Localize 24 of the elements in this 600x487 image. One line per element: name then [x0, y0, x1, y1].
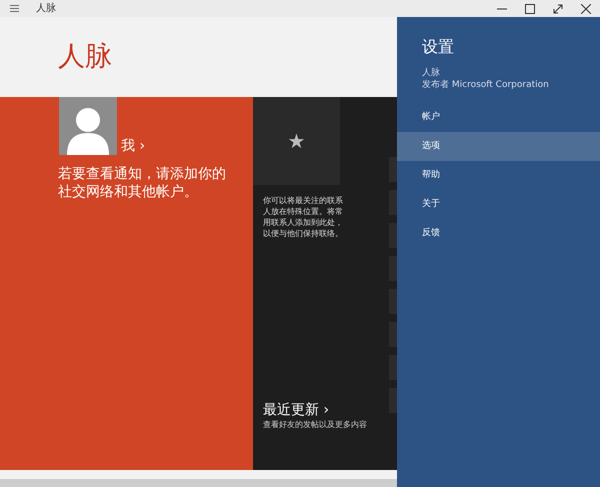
updates-subtitle: 查看好友的发帖以及更多内容 [263, 419, 368, 430]
updates-link[interactable]: 最近更新 › [263, 401, 389, 419]
maximize-icon[interactable] [525, 4, 535, 14]
app-name: 人脉 [422, 67, 441, 79]
settings-menu-item[interactable]: 帮助 [397, 161, 600, 190]
favorites-tile[interactable]: ★ 你可以将最关注的联系人放在特殊位置。将常用联系人添加到此处，以便与他们保持联络。 最近更新 › 查看好友的发帖以及更多内容 [253, 97, 389, 470]
me-link[interactable]: 我 › [121, 137, 146, 155]
settings-menu-item[interactable]: 反馈 [397, 219, 600, 248]
window-title: 人脉 [36, 2, 56, 16]
person-icon [65, 105, 111, 155]
settings-title: 设置 [422, 37, 455, 57]
settings-menu-item[interactable]: 帐户 [397, 103, 600, 132]
star-icon: ★ [288, 126, 306, 156]
close-icon[interactable] [581, 4, 591, 14]
settings-menu-item[interactable]: 关于 [397, 190, 600, 219]
favorites-message: 你可以将最关注的联系人放在特殊位置。将常用联系人添加到此处，以便与他们保持联络。 [263, 195, 343, 239]
profile-tile[interactable]: 我 › 若要查看通知，请添加你的社交网络和其他帐户。 [0, 97, 253, 470]
settings-menu-item[interactable]: 选项 [397, 132, 600, 161]
publisher-text: 发布者 Microsoft Corporation [422, 79, 550, 91]
page-title: 人脉 [58, 40, 113, 74]
menu-icon[interactable] [10, 5, 19, 12]
scrollbar[interactable] [0, 479, 397, 487]
fullscreen-icon[interactable] [553, 4, 563, 14]
accounts-message: 若要查看通知，请添加你的社交网络和其他帐户。 [58, 165, 227, 201]
